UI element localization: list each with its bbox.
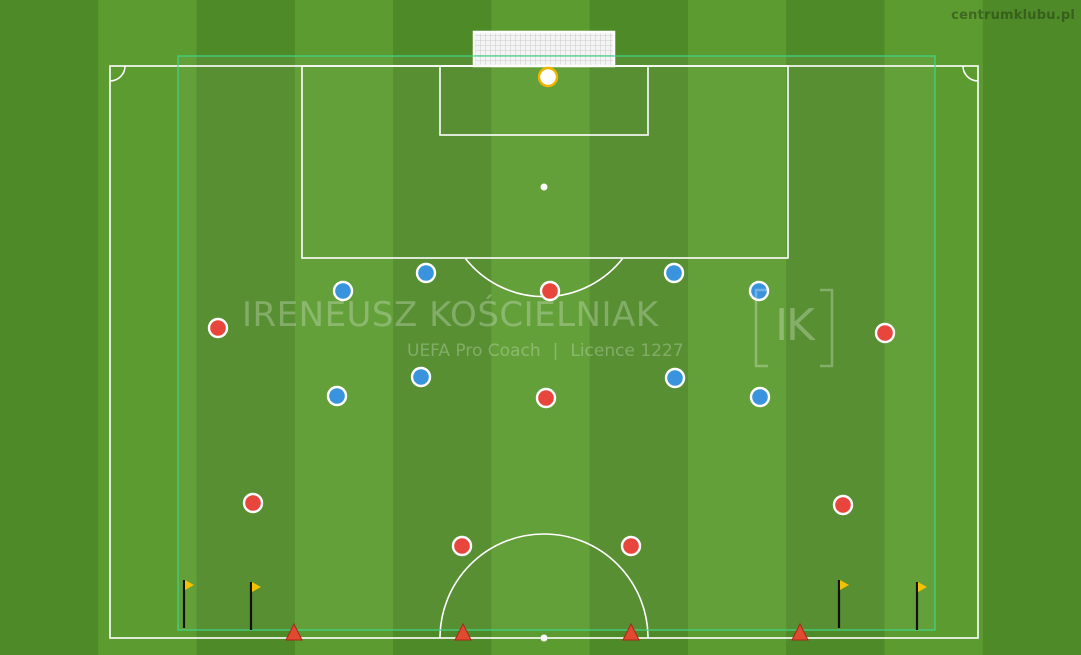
red-player-marker[interactable] bbox=[874, 322, 896, 344]
red-player-marker[interactable] bbox=[242, 492, 264, 514]
red-player-marker[interactable] bbox=[832, 494, 854, 516]
watermark-separator: | bbox=[552, 341, 559, 361]
watermark-coach-name: IRENEUSZ KOŚCIELNIAK bbox=[242, 295, 659, 335]
grass-stripe bbox=[982, 0, 1081, 655]
red-player-marker[interactable] bbox=[535, 387, 557, 409]
watermark-logo-letters: IK bbox=[775, 300, 815, 351]
red-player-marker[interactable] bbox=[207, 317, 229, 339]
blue-player-marker[interactable] bbox=[410, 366, 432, 388]
blue-player-marker[interactable] bbox=[749, 386, 771, 408]
goalkeeper-marker[interactable] bbox=[537, 66, 559, 88]
blue-player-marker[interactable] bbox=[663, 262, 685, 284]
watermark-credentials: UEFA Pro Coach | Licence 1227 bbox=[407, 341, 684, 361]
grass-stripe bbox=[0, 0, 99, 655]
watermark-logo: IK bbox=[752, 286, 836, 370]
watermark-licence: Licence 1227 bbox=[570, 341, 684, 361]
blue-player-marker[interactable] bbox=[415, 262, 437, 284]
blue-player-marker[interactable] bbox=[664, 367, 686, 389]
site-brand: centrumklubu.pl bbox=[951, 8, 1075, 23]
center-spot bbox=[540, 634, 548, 642]
blue-player-marker[interactable] bbox=[326, 385, 348, 407]
tactics-board: centrumklubu.pl IRENEUSZ KOŚCIELNIAK UEF… bbox=[0, 0, 1081, 655]
red-player-marker[interactable] bbox=[620, 535, 642, 557]
watermark-role: UEFA Pro Coach bbox=[407, 341, 541, 361]
red-player-marker[interactable] bbox=[451, 535, 473, 557]
